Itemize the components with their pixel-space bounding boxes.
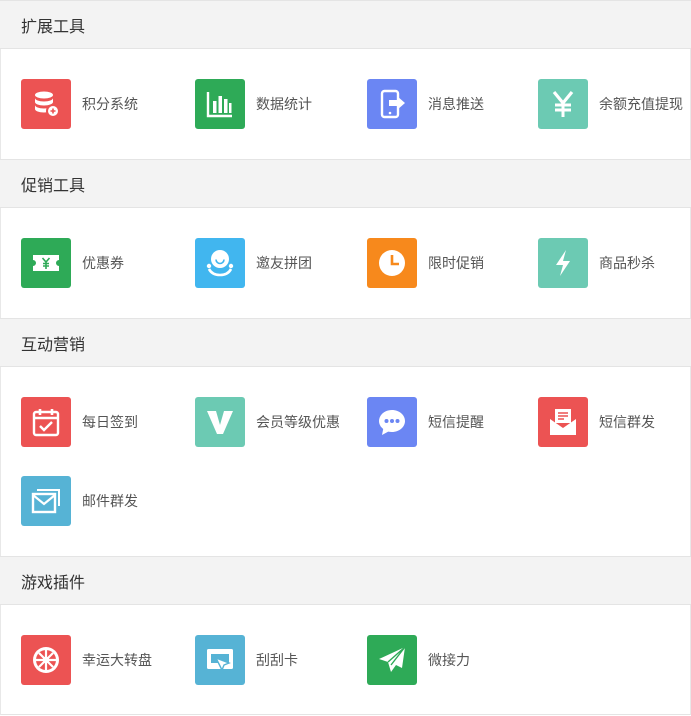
tool-label: 会员等级优惠 [256,415,340,431]
tool-tile [21,238,71,288]
wheel-icon [33,647,59,673]
tool-label: 限时促销 [428,256,484,272]
tool-group-buy[interactable]: 邀友拼团 [195,238,312,288]
tool-tile [195,238,245,288]
chat-bubble-icon [379,410,405,435]
lightning-icon [556,250,570,276]
tool-label: 微接力 [428,653,470,669]
clock-icon [379,250,405,276]
scratch-card-icon [207,649,233,672]
tool-label: 积分系统 [82,97,138,113]
tool-coupon[interactable]: 优惠券 [21,238,124,288]
tool-tile [21,79,71,129]
tool-flash-sale[interactable]: 商品秒杀 [538,238,655,288]
tool-micro-relay[interactable]: 微接力 [367,635,470,685]
tool-limited-time-promo[interactable]: 限时促销 [367,238,484,288]
tool-email-broadcast[interactable]: 邮件群发 [21,476,138,526]
section-title: 促销工具 [0,159,691,208]
bar-chart-icon [206,92,232,118]
calendar-check-icon [32,409,60,437]
envelope-letter-icon [550,409,576,435]
section-title: 游戏插件 [0,556,691,605]
tool-lucky-wheel[interactable]: 幸运大转盘 [21,635,152,685]
tool-tile [538,397,588,447]
section-title: 互动营销 [0,318,691,367]
section-title: 扩展工具 [0,0,691,49]
tool-tile [21,476,71,526]
tool-tile [367,79,417,129]
tool-scratch-card[interactable]: 刮刮卡 [195,635,298,685]
tool-balance-recharge[interactable]: 余额充值提现 [538,79,683,129]
tool-label: 数据统计 [256,97,312,113]
section-game-plugins: 游戏插件 幸运大转盘 刮刮卡 微接力 [0,556,691,715]
tool-message-push[interactable]: 消息推送 [367,79,484,129]
mail-stack-icon [31,489,60,514]
tool-label: 短信群发 [599,415,655,431]
tool-tile [538,79,588,129]
tool-points-system[interactable]: 积分系统 [21,79,138,129]
coupon-icon [33,255,59,271]
tool-label: 消息推送 [428,97,484,113]
tool-label: 刮刮卡 [256,653,298,669]
tool-sms-broadcast[interactable]: 短信群发 [538,397,655,447]
tool-label: 余额充值提现 [599,97,683,113]
tool-sms-reminder[interactable]: 短信提醒 [367,397,484,447]
tool-tile [538,238,588,288]
section-extension-tools: 扩展工具 积分系统 数据统计 消息推送 余额充值提现 [0,0,691,159]
tool-tile [195,635,245,685]
tool-label: 幸运大转盘 [82,653,152,669]
group-buy-icon [206,250,234,277]
section-promotion-tools: 促销工具 优惠券 邀友拼团 限时促销 商品秒杀 [0,159,691,318]
phone-push-icon [380,89,405,119]
tool-data-statistics[interactable]: 数据统计 [195,79,312,129]
tool-label: 邮件群发 [82,494,138,510]
tool-label: 优惠券 [82,256,124,272]
tool-tile [367,397,417,447]
yen-icon [552,90,574,117]
tool-daily-checkin[interactable]: 每日签到 [21,397,138,447]
tool-tile [21,397,71,447]
tool-label: 每日签到 [82,415,138,431]
database-icon [35,91,60,118]
tool-tile [367,238,417,288]
tool-tile [195,397,245,447]
paper-plane-icon [379,646,406,672]
tool-tile [195,79,245,129]
tool-tile [21,635,71,685]
tool-label: 短信提醒 [428,415,484,431]
tool-label: 商品秒杀 [599,256,655,272]
tool-label: 邀友拼团 [256,256,312,272]
tool-member-level[interactable]: 会员等级优惠 [195,397,340,447]
vip-v-icon [207,411,233,434]
tool-tile [367,635,417,685]
section-interactive-marketing: 互动营销 每日签到 会员等级优惠 短信提醒 短信群发 邮件群发 [0,318,691,556]
